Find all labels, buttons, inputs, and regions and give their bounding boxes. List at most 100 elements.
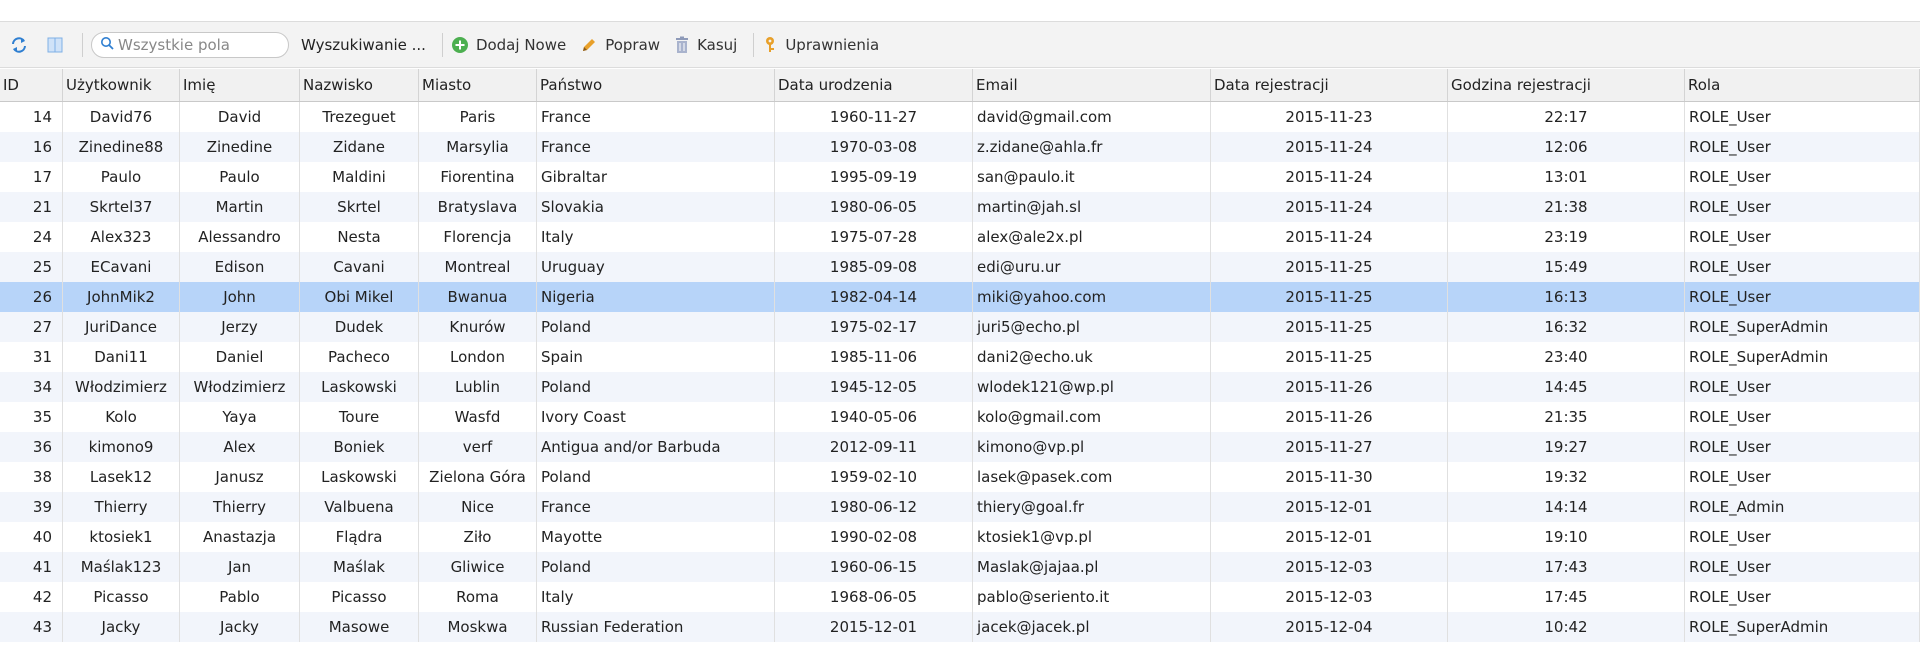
- cell-last-name: Cavani: [300, 252, 419, 282]
- cell-email: thiery@goal.fr: [973, 492, 1211, 522]
- cell-last-name: Obi Mikel: [300, 282, 419, 312]
- column-header-country[interactable]: Państwo: [537, 69, 775, 101]
- cell-role: ROLE_User: [1685, 552, 1920, 582]
- cell-city: Moskwa: [419, 612, 537, 642]
- add-new-button[interactable]: Dodaj Nowe: [451, 36, 566, 54]
- permissions-label: Uprawnienia: [785, 35, 880, 54]
- cell-username: Jacky: [63, 612, 180, 642]
- table-row[interactable]: 39 Thierry Thierry Valbuena Nice France 1980-0…: [0, 492, 1920, 522]
- cell-id: 35: [0, 402, 63, 432]
- column-header-email[interactable]: Email: [973, 69, 1211, 101]
- cell-username: Alex323: [63, 222, 180, 252]
- table-row[interactable]: 16 Zinedine88 Zinedine Zidane Marsylia France…: [0, 132, 1920, 162]
- cell-first-name: Thierry: [180, 492, 300, 522]
- cell-registration-date: 2015-11-23: [1211, 102, 1448, 132]
- table-row[interactable]: 42 Picasso Pablo Picasso Roma Italy 1968-06-05…: [0, 582, 1920, 612]
- table-row[interactable]: 43 Jacky Jacky Masowe Moskwa Russian Federati…: [0, 612, 1920, 642]
- search-input[interactable]: [114, 35, 278, 54]
- cell-country: Spain: [537, 342, 775, 372]
- columns-icon[interactable]: [44, 34, 66, 56]
- table-row[interactable]: 31 Dani11 Daniel Pacheco London Spain 1985-11-…: [0, 342, 1920, 372]
- cell-username: David76: [63, 102, 180, 132]
- column-header-role[interactable]: Rola: [1685, 69, 1920, 101]
- cell-country: Nigeria: [537, 282, 775, 312]
- cell-first-name: Pablo: [180, 582, 300, 612]
- cell-role: ROLE_SuperAdmin: [1685, 342, 1920, 372]
- cell-username: ECavani: [63, 252, 180, 282]
- refresh-icon[interactable]: [8, 34, 30, 56]
- cell-birth-date: 1975-07-28: [775, 222, 973, 252]
- table-row[interactable]: 26 JohnMik2 John Obi Mikel Bwanua Nigeria 1982…: [0, 282, 1920, 312]
- cell-registration-time: 21:35: [1448, 402, 1685, 432]
- users-table: ID Użytkownik Imię Nazwisko Miasto Państ…: [0, 69, 1920, 642]
- column-header-first-name[interactable]: Imię: [180, 69, 300, 101]
- cell-country: Italy: [537, 222, 775, 252]
- table-row[interactable]: 14 David76 David Trezeguet Paris France 1960-1…: [0, 102, 1920, 132]
- cell-last-name: Skrtel: [300, 192, 419, 222]
- delete-button[interactable]: Kasuj: [674, 36, 737, 54]
- cell-last-name: Picasso: [300, 582, 419, 612]
- cell-email: wlodek121@wp.pl: [973, 372, 1211, 402]
- cell-country: France: [537, 492, 775, 522]
- cell-last-name: Maldini: [300, 162, 419, 192]
- table-row[interactable]: 34 Włodzimierz Włodzimierz Laskowski Lublin P…: [0, 372, 1920, 402]
- cell-last-name: Flądra: [300, 522, 419, 552]
- cell-last-name: Maślak: [300, 552, 419, 582]
- cell-username: Skrtel37: [63, 192, 180, 222]
- cell-registration-date: 2015-11-24: [1211, 132, 1448, 162]
- table-row[interactable]: 40 ktosiek1 Anastazja Flądra Ziło Mayotte 1990…: [0, 522, 1920, 552]
- cell-role: ROLE_User: [1685, 192, 1920, 222]
- table-row[interactable]: 17 Paulo Paulo Maldini Fiorentina Gibraltar 19…: [0, 162, 1920, 192]
- column-header-registration-date[interactable]: Data rejestracji: [1211, 69, 1448, 101]
- column-header-birth-date[interactable]: Data urodzenia: [775, 69, 973, 101]
- column-header-last-name[interactable]: Nazwisko: [300, 69, 419, 101]
- cell-first-name: Anastazja: [180, 522, 300, 552]
- cell-last-name: Masowe: [300, 612, 419, 642]
- search-box[interactable]: [91, 31, 289, 58]
- cell-role: ROLE_SuperAdmin: [1685, 312, 1920, 342]
- cell-first-name: Jan: [180, 552, 300, 582]
- table-row[interactable]: 35 Kolo Yaya Toure Wasfd Ivory Coast 1940-05-0…: [0, 402, 1920, 432]
- table-row[interactable]: 41 Maślak123 Jan Maślak Gliwice Poland 1960-06…: [0, 552, 1920, 582]
- cell-first-name: Alex: [180, 432, 300, 462]
- cell-id: 16: [0, 132, 63, 162]
- cell-country: Uruguay: [537, 252, 775, 282]
- cell-country: Poland: [537, 462, 775, 492]
- cell-registration-date: 2015-11-26: [1211, 372, 1448, 402]
- table-row[interactable]: 24 Alex323 Alessandro Nesta Florencja Italy 19…: [0, 222, 1920, 252]
- cell-city: Ziło: [419, 522, 537, 552]
- advanced-search-button[interactable]: Wyszukiwanie ...: [301, 36, 426, 54]
- table-row[interactable]: 25 ECavani Edison Cavani Montreal Uruguay 1985…: [0, 252, 1920, 282]
- cell-email: san@paulo.it: [973, 162, 1211, 192]
- cell-first-name: Zinedine: [180, 132, 300, 162]
- cell-registration-time: 23:19: [1448, 222, 1685, 252]
- cell-first-name: Jerzy: [180, 312, 300, 342]
- cell-id: 38: [0, 462, 63, 492]
- cell-email: dani2@echo.uk: [973, 342, 1211, 372]
- cell-username: kimono9: [63, 432, 180, 462]
- table-row[interactable]: 27 JuriDance Jerzy Dudek Knurów Poland 1975-02…: [0, 312, 1920, 342]
- table-row[interactable]: 36 kimono9 Alex Boniek verf Antigua and/or Ba…: [0, 432, 1920, 462]
- table-row[interactable]: 38 Lasek12 Janusz Laskowski Zielona Góra Pola…: [0, 462, 1920, 492]
- cell-registration-date: 2015-12-03: [1211, 552, 1448, 582]
- column-header-username[interactable]: Użytkownik: [63, 69, 180, 101]
- cell-first-name: Martin: [180, 192, 300, 222]
- cell-birth-date: 1968-06-05: [775, 582, 973, 612]
- cell-registration-date: 2015-11-24: [1211, 222, 1448, 252]
- column-header-registration-time[interactable]: Godzina rejestracji: [1448, 69, 1685, 101]
- cell-registration-time: 19:27: [1448, 432, 1685, 462]
- table-row[interactable]: 21 Skrtel37 Martin Skrtel Bratyslava Slovakia…: [0, 192, 1920, 222]
- cell-country: Antigua and/or Barbuda: [537, 432, 775, 462]
- cell-country: France: [537, 132, 775, 162]
- cell-email: miki@yahoo.com: [973, 282, 1211, 312]
- edit-button[interactable]: Popraw: [580, 36, 660, 54]
- cell-registration-time: 13:01: [1448, 162, 1685, 192]
- cell-last-name: Pacheco: [300, 342, 419, 372]
- add-new-label: Dodaj Nowe: [475, 35, 567, 54]
- column-header-id[interactable]: ID: [0, 69, 63, 101]
- cell-id: 39: [0, 492, 63, 522]
- permissions-button[interactable]: Uprawnienia: [762, 36, 879, 54]
- cell-country: Gibraltar: [537, 162, 775, 192]
- cell-country: Russian Federation: [537, 612, 775, 642]
- column-header-city[interactable]: Miasto: [419, 69, 537, 101]
